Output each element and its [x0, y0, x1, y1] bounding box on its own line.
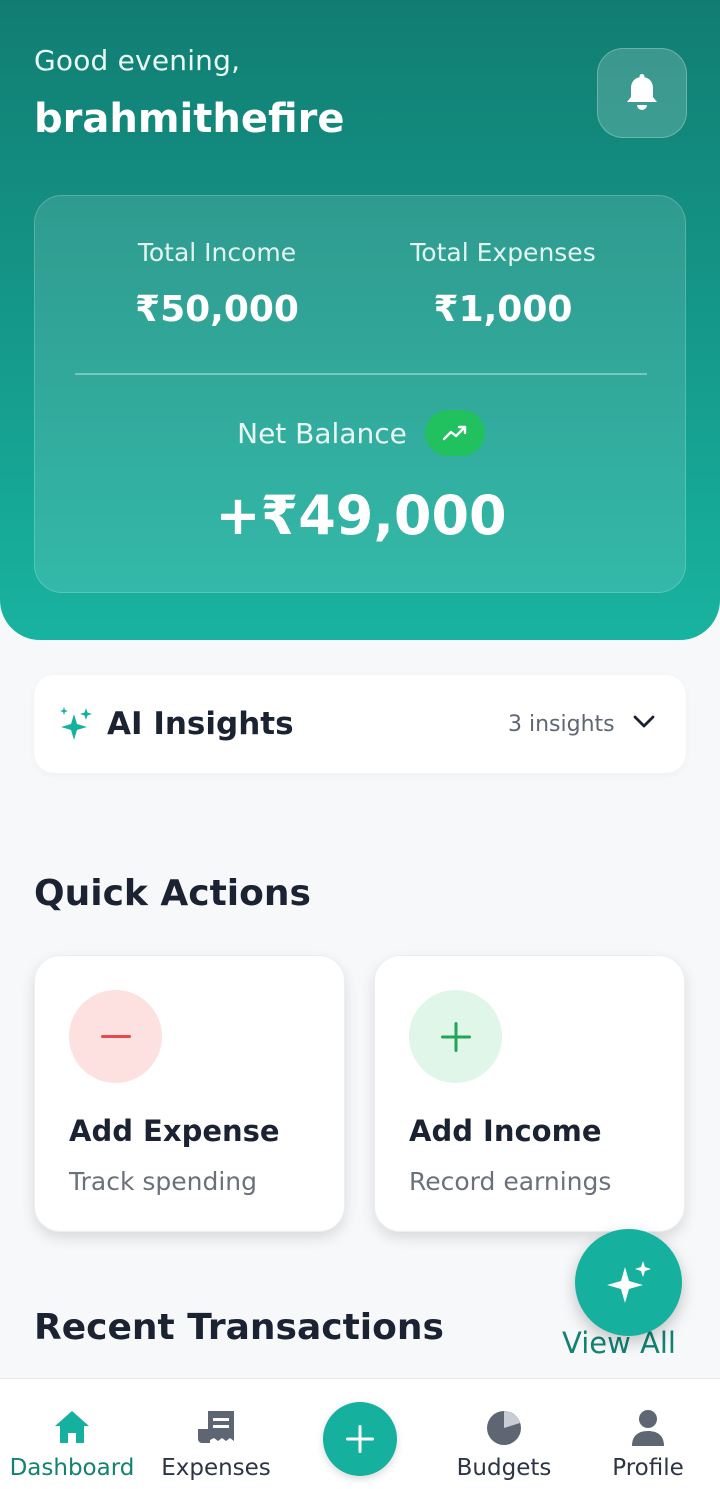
nav-expenses[interactable]: Expenses — [146, 1379, 286, 1489]
quick-actions-title: Quick Actions — [34, 873, 311, 914]
ai-insights-toggle[interactable]: AI Insights 3 insights — [34, 675, 686, 773]
nav-dashboard-label: Dashboard — [9, 1455, 135, 1481]
add-income-card[interactable]: Add Income Record earnings — [374, 955, 685, 1232]
total-income: Total Income ₹50,000 — [67, 238, 367, 330]
minus-icon — [100, 1034, 131, 1038]
add-expense-card[interactable]: Add Expense Track spending — [34, 955, 345, 1232]
recent-transactions-title: Recent Transactions — [34, 1307, 444, 1348]
plus-icon — [346, 1425, 374, 1453]
username: brahmithefire — [34, 96, 345, 142]
chevron-down-icon — [633, 715, 655, 728]
net-balance-row: Net Balance — [35, 408, 687, 458]
header-panel: Good evening, brahmithefire Total Income… — [0, 0, 720, 640]
receipt-icon — [198, 1411, 234, 1443]
insights-count: 3 insights — [508, 712, 615, 737]
trending-up-icon — [442, 425, 467, 441]
total-income-label: Total Income — [137, 238, 297, 267]
total-expenses-value: ₹1,000 — [433, 289, 573, 330]
ai-assistant-button[interactable] — [575, 1229, 682, 1336]
add-expense-subtitle: Track spending — [69, 1167, 258, 1196]
total-income-value: ₹50,000 — [135, 289, 299, 330]
add-income-subtitle: Record earnings — [409, 1167, 612, 1196]
total-expenses-label: Total Expenses — [410, 238, 596, 267]
net-balance-value: +₹49,000 — [215, 484, 507, 547]
nav-profile-label: Profile — [612, 1455, 684, 1481]
notification-button[interactable] — [597, 48, 687, 138]
user-icon — [632, 1410, 664, 1446]
total-expenses: Total Expenses ₹1,000 — [353, 238, 653, 330]
trend-badge — [424, 410, 485, 456]
home-icon — [55, 1411, 89, 1443]
bottom-navigation: Dashboard Expenses Budgets Profile — [0, 1378, 720, 1489]
balance-summary-card: Total Income ₹50,000 Total Expenses ₹1,0… — [34, 195, 686, 593]
ai-insights-title: AI Insights — [107, 706, 294, 742]
add-expense-title: Add Expense — [69, 1114, 280, 1148]
net-balance-label: Net Balance — [237, 416, 407, 450]
nav-dashboard[interactable]: Dashboard — [2, 1379, 142, 1489]
add-income-title: Add Income — [409, 1114, 602, 1148]
plus-icon — [440, 1021, 471, 1052]
add-transaction-button[interactable] — [323, 1402, 397, 1476]
sparkles-icon — [60, 707, 92, 740]
sparkles-icon — [606, 1260, 651, 1303]
nav-budgets-label: Budgets — [456, 1455, 552, 1481]
summary-divider — [75, 373, 647, 375]
nav-budgets[interactable]: Budgets — [434, 1379, 574, 1489]
greeting-text: Good evening, — [34, 44, 241, 77]
pie-chart-icon — [487, 1411, 521, 1445]
bell-icon — [627, 74, 657, 110]
nav-expenses-label: Expenses — [161, 1455, 271, 1481]
nav-profile[interactable]: Profile — [578, 1379, 718, 1489]
add-expense-icon-circle — [69, 990, 162, 1083]
add-income-icon-circle — [409, 990, 502, 1083]
